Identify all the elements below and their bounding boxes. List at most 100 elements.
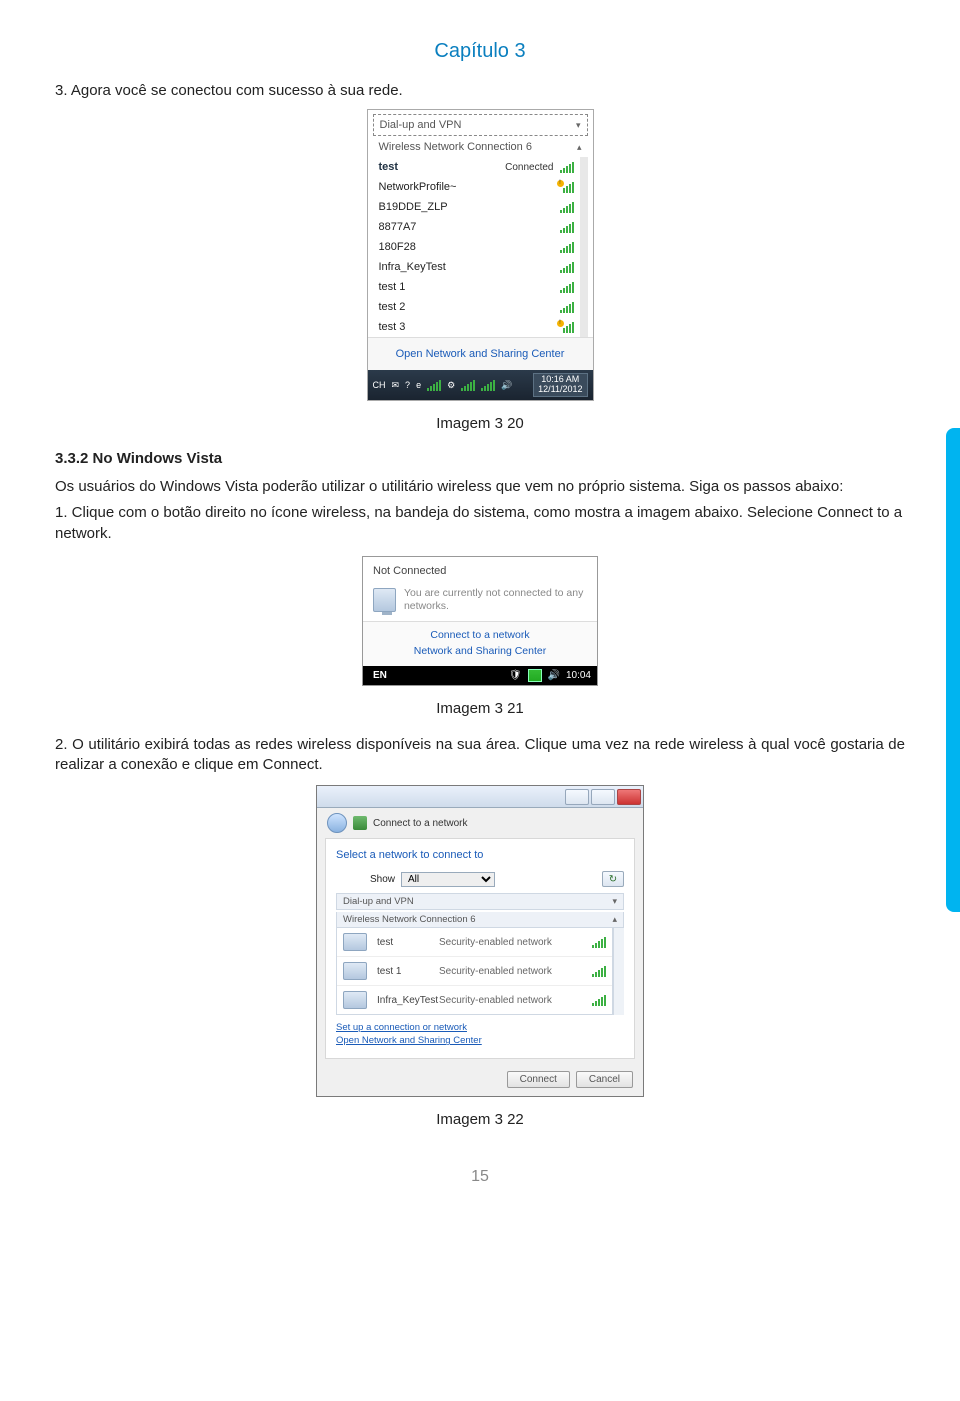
net-name: test	[379, 161, 506, 173]
intro-text: 3. Agora você se conectou com sucesso à …	[55, 81, 905, 101]
network-row[interactable]: test 1Security-enabled network	[337, 956, 612, 985]
network-globe-icon	[353, 816, 367, 830]
signal-icon: !	[560, 322, 574, 333]
net-name: 8877A7	[379, 221, 560, 233]
network-row[interactable]: Infra_KeyTestSecurity-enabled network	[337, 985, 612, 1014]
chevron-down-icon: ▾	[576, 120, 581, 131]
signal-icon	[592, 937, 606, 948]
signal-icon	[560, 222, 574, 233]
para-3: 2. O utilitário exibirá todas as redes w…	[55, 735, 905, 776]
para-1: Os usuários do Windows Vista poderão uti…	[55, 477, 905, 497]
screenshot-win7-flyout: Dial-up and VPN ▾ Wireless Network Conne…	[367, 109, 594, 401]
scrollbar[interactable]	[613, 928, 624, 1015]
net-name: test	[377, 937, 439, 948]
signal-icon	[560, 202, 574, 213]
not-connected-label: Not Connected	[373, 565, 446, 577]
taskbar: CH ✉ ? e ⚙ 🔊 10:16 AM 12/11/2012	[368, 370, 593, 400]
network-row[interactable]: 180F28	[373, 237, 580, 257]
lang-indicator[interactable]: EN	[373, 670, 387, 681]
wnc-row[interactable]: Wireless Network Connection 6 ▴	[368, 137, 593, 157]
network-row[interactable]: NetworkProfile~!	[373, 177, 580, 197]
window-titlebar	[317, 786, 643, 808]
volume-icon[interactable]: 🔊	[501, 380, 512, 391]
clock-time[interactable]: 10:04	[566, 670, 591, 681]
dialup-label: Dial-up and VPN	[380, 119, 462, 131]
net-name: 180F28	[379, 241, 560, 253]
maximize-button[interactable]	[591, 789, 615, 805]
network-row[interactable]: testConnected	[373, 157, 580, 177]
signal-icon	[592, 966, 606, 977]
setup-connection-link[interactable]: Set up a connection or network	[336, 1021, 624, 1034]
net-name: test 2	[379, 301, 560, 313]
group-dialup[interactable]: Dial-up and VPN ▾	[336, 893, 624, 910]
sharing-center-link[interactable]: Network and Sharing Center	[363, 644, 597, 660]
group-wnc[interactable]: Wireless Network Connection 6 ▴	[336, 912, 624, 928]
back-button[interactable]	[327, 813, 347, 833]
monitor-icon	[343, 933, 367, 951]
signal-icon[interactable]	[461, 380, 475, 391]
caption-2: Imagem 3 21	[55, 700, 905, 717]
window-title: Connect to a network	[373, 818, 468, 829]
tray-icon[interactable]: e	[416, 380, 421, 390]
network-list: testSecurity-enabled network test 1Secur…	[336, 928, 613, 1015]
net-status: Connected	[505, 162, 553, 173]
cancel-button[interactable]: Cancel	[576, 1071, 633, 1088]
net-security: Security-enabled network	[439, 937, 592, 948]
network-icon[interactable]	[528, 669, 542, 682]
taskbar: EN 🛡 🔊 10:04	[363, 666, 597, 685]
screenshot-vista-connect-window: Connect to a network Select a network to…	[316, 785, 644, 1097]
links-panel: Connect to a network Network and Sharing…	[363, 621, 597, 666]
connect-button[interactable]: Connect	[507, 1071, 570, 1088]
chevron-down-icon: ▾	[612, 896, 617, 907]
net-name: test 1	[379, 281, 560, 293]
network-row[interactable]: test 3!	[373, 317, 580, 337]
tray-icon[interactable]: ?	[405, 380, 410, 390]
signal-icon[interactable]	[481, 380, 495, 391]
dialup-row[interactable]: Dial-up and VPN ▾	[373, 114, 588, 136]
wnc-label: Wireless Network Connection 6	[379, 141, 532, 153]
connect-network-link[interactable]: Connect to a network	[363, 628, 597, 644]
select-prompt: Select a network to connect to	[336, 849, 624, 861]
network-row[interactable]: 8877A7	[373, 217, 580, 237]
net-name: Infra_KeyTest	[377, 995, 439, 1006]
monitor-icon	[373, 588, 396, 612]
close-button[interactable]	[617, 789, 641, 805]
network-list: testConnected NetworkProfile~! B19DDE_ZL…	[373, 157, 588, 337]
net-name: test 3	[379, 321, 560, 333]
network-row[interactable]: testSecurity-enabled network	[337, 928, 612, 956]
caption-3: Imagem 3 22	[55, 1111, 905, 1128]
tray-icon[interactable]: ✉	[392, 380, 400, 391]
signal-icon	[592, 995, 606, 1006]
network-row[interactable]: test 1	[373, 277, 580, 297]
net-name: NetworkProfile~	[379, 181, 560, 193]
signal-icon	[560, 262, 574, 273]
show-label: Show	[370, 874, 395, 885]
tray-icon[interactable]: 🛡	[509, 670, 522, 681]
clock[interactable]: 10:16 AM 12/11/2012	[533, 373, 587, 397]
network-row[interactable]: B19DDE_ZLP	[373, 197, 580, 217]
refresh-button[interactable]: ↻	[602, 871, 624, 887]
network-row[interactable]: test 2	[373, 297, 580, 317]
screenshot-vista-notconnected: Not Connected You are currently not conn…	[362, 556, 598, 686]
clock-date: 12/11/2012	[538, 385, 582, 395]
signal-icon[interactable]	[427, 380, 441, 391]
para-2: 1. Clique com o botão direito no ícone w…	[55, 503, 905, 544]
open-network-center-link[interactable]: Open Network and Sharing Center	[368, 337, 593, 370]
chapter-title: Capítulo 3	[55, 40, 905, 63]
net-security: Security-enabled network	[439, 966, 592, 977]
show-select[interactable]: All	[401, 872, 495, 887]
monitor-icon	[343, 962, 367, 980]
lang-indicator[interactable]: CH	[373, 380, 386, 390]
signal-icon	[560, 302, 574, 313]
network-row[interactable]: Infra_KeyTest	[373, 257, 580, 277]
chevron-up-icon: ▴	[612, 914, 617, 925]
section-heading: 3.3.2 No Windows Vista	[55, 450, 905, 467]
side-tab	[946, 428, 960, 912]
minimize-button[interactable]	[565, 789, 589, 805]
volume-icon[interactable]: 🔊	[548, 670, 560, 681]
open-sharing-center-link[interactable]: Open Network and Sharing Center	[336, 1034, 624, 1047]
net-name: B19DDE_ZLP	[379, 201, 560, 213]
caption-1: Imagem 3 20	[55, 415, 905, 432]
tray-icon[interactable]: ⚙	[447, 380, 455, 391]
signal-icon: !	[560, 182, 574, 193]
